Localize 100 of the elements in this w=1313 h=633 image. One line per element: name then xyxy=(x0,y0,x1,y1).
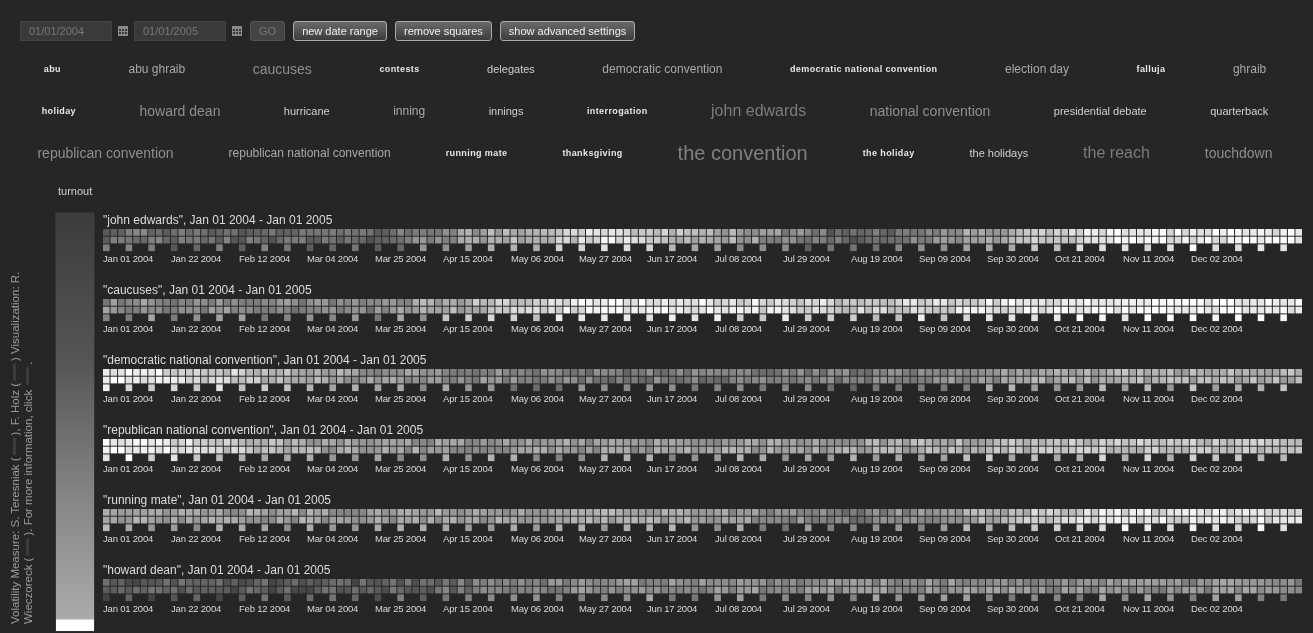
date-label: Nov 11 2004 xyxy=(1123,603,1174,614)
tag-link[interactable]: abu xyxy=(43,64,61,74)
tag-link[interactable]: john edwards xyxy=(711,102,807,120)
date-label: May 06 2004 xyxy=(511,463,564,474)
tag-link[interactable]: interrogation xyxy=(586,106,648,116)
date-label: May 27 2004 xyxy=(579,393,632,404)
date-label: Mar 25 2004 xyxy=(375,533,427,544)
date-label: Sep 09 2004 xyxy=(919,323,971,334)
heatmap-title: "howard dean", Jan 01 2004 - Jan 01 2005 xyxy=(103,562,331,578)
tag-link[interactable]: republican convention xyxy=(37,145,174,161)
date-label: Jan 01 2004 xyxy=(103,393,154,404)
date-label: Mar 04 2004 xyxy=(307,533,359,544)
heatmap-title: "running mate", Jan 01 2004 - Jan 01 2005 xyxy=(103,492,331,508)
tag-link[interactable]: the reach xyxy=(1083,144,1150,162)
date-label: May 06 2004 xyxy=(511,253,564,264)
tag-link[interactable]: contests xyxy=(379,64,420,74)
calendar-icon[interactable] xyxy=(232,26,242,36)
tag-link[interactable]: hurricane xyxy=(283,105,330,117)
date-label: Nov 11 2004 xyxy=(1123,253,1174,264)
date-label: Aug 19 2004 xyxy=(851,603,903,614)
date-label: Jun 17 2004 xyxy=(647,253,698,264)
date-label: Apr 15 2004 xyxy=(443,323,493,334)
date-label: Mar 25 2004 xyxy=(375,463,427,474)
date-label: Dec 02 2004 xyxy=(1191,323,1243,334)
tag-link[interactable]: inning xyxy=(393,104,426,118)
tag-link[interactable]: innings xyxy=(488,105,524,117)
tag-link[interactable]: quarterback xyxy=(1210,105,1269,117)
tag-link[interactable]: turnout xyxy=(58,185,93,197)
date-label: Sep 30 2004 xyxy=(987,253,1039,264)
date-label: Oct 21 2004 xyxy=(1055,253,1105,264)
tag-link[interactable]: holiday xyxy=(41,106,77,116)
action-button[interactable]: show advanced settings xyxy=(499,21,636,41)
tag-link[interactable]: running mate xyxy=(445,148,508,158)
date-label: Jul 08 2004 xyxy=(715,323,762,334)
calendar-icon[interactable] xyxy=(118,26,128,36)
tag-link[interactable]: the convention xyxy=(677,141,808,165)
tag-link[interactable]: touchdown xyxy=(1204,145,1273,161)
tag-link[interactable]: the holiday xyxy=(862,148,915,158)
date-label: Mar 25 2004 xyxy=(375,323,427,334)
heatmap-title: "john edwards", Jan 01 2004 - Jan 01 2005 xyxy=(103,212,333,228)
date-label: May 27 2004 xyxy=(579,603,632,614)
tag-link[interactable]: ghraib xyxy=(1232,62,1267,76)
date-label: Jan 22 2004 xyxy=(171,463,222,474)
date-label: Jun 17 2004 xyxy=(647,603,698,614)
action-button[interactable]: new date range xyxy=(293,21,387,41)
heatmap-title: "republican national convention", Jan 01 2004 - Jan 01 2005 xyxy=(103,422,424,438)
date-label: Oct 21 2004 xyxy=(1055,463,1105,474)
tag-link[interactable]: election day xyxy=(1005,62,1070,76)
date-label: Oct 21 2004 xyxy=(1055,393,1105,404)
tag-link[interactable]: caucuses xyxy=(252,61,312,77)
date-label: Jan 22 2004 xyxy=(171,393,222,404)
date-label: Mar 04 2004 xyxy=(307,323,359,334)
date-label: Jul 29 2004 xyxy=(783,393,830,404)
tag-link[interactable]: thanksgiving xyxy=(562,148,623,158)
date-label: May 06 2004 xyxy=(511,323,564,334)
date-label: Oct 21 2004 xyxy=(1055,323,1105,334)
date-label: Jun 17 2004 xyxy=(647,463,698,474)
tag-link[interactable]: democratic national convention xyxy=(789,64,938,74)
tag-link[interactable]: republican national convention xyxy=(228,146,391,160)
date-label: Jul 29 2004 xyxy=(783,253,830,264)
tag-link[interactable]: presidential debate xyxy=(1053,105,1147,117)
date-label: Sep 09 2004 xyxy=(919,603,971,614)
date-label: Jun 17 2004 xyxy=(647,533,698,544)
date-label: Apr 15 2004 xyxy=(443,393,493,404)
date-label: Apr 15 2004 xyxy=(443,253,493,264)
heatmap-title: "caucuses", Jan 01 2004 - Jan 01 2005 xyxy=(103,282,312,298)
date-label: May 27 2004 xyxy=(579,253,632,264)
date-label: Jan 22 2004 xyxy=(171,253,222,264)
date-label: Mar 04 2004 xyxy=(307,253,359,264)
tag-link[interactable]: the holidays xyxy=(969,147,1029,159)
date-label: Jul 29 2004 xyxy=(783,533,830,544)
date-label: May 06 2004 xyxy=(511,393,564,404)
date-label: Aug 19 2004 xyxy=(851,393,903,404)
action-button[interactable]: remove squares xyxy=(394,21,492,41)
date-label: Feb 12 2004 xyxy=(239,533,291,544)
date-label: Sep 30 2004 xyxy=(987,393,1039,404)
date-label: Feb 12 2004 xyxy=(239,253,291,264)
date-label: Mar 25 2004 xyxy=(375,603,427,614)
date-label: Feb 12 2004 xyxy=(239,463,291,474)
date-label: Jul 08 2004 xyxy=(715,253,762,264)
tag-link[interactable]: abu ghraib xyxy=(128,62,186,76)
date-label: Nov 11 2004 xyxy=(1123,533,1174,544)
date-label: May 27 2004 xyxy=(579,323,632,334)
date-label: Aug 19 2004 xyxy=(851,533,903,544)
tag-link[interactable]: national convention xyxy=(869,103,991,119)
tag-link[interactable]: falluja xyxy=(1136,64,1166,74)
tag-link[interactable]: howard dean xyxy=(139,103,221,119)
date-label: May 27 2004 xyxy=(579,463,632,474)
date-label: Feb 12 2004 xyxy=(239,603,291,614)
tag-link[interactable]: democratic convention xyxy=(602,62,723,76)
date-label: Mar 04 2004 xyxy=(307,393,359,404)
date-label: Nov 11 2004 xyxy=(1123,323,1174,334)
tag-link[interactable]: delegates xyxy=(487,63,535,75)
date-label: Jan 22 2004 xyxy=(171,603,222,614)
date-label: Jul 08 2004 xyxy=(715,463,762,474)
date-label: May 06 2004 xyxy=(511,533,564,544)
date-label: Apr 15 2004 xyxy=(443,603,493,614)
date-label: Oct 21 2004 xyxy=(1055,533,1105,544)
date-label: Nov 11 2004 xyxy=(1123,393,1174,404)
date-label: Dec 02 2004 xyxy=(1191,603,1243,614)
